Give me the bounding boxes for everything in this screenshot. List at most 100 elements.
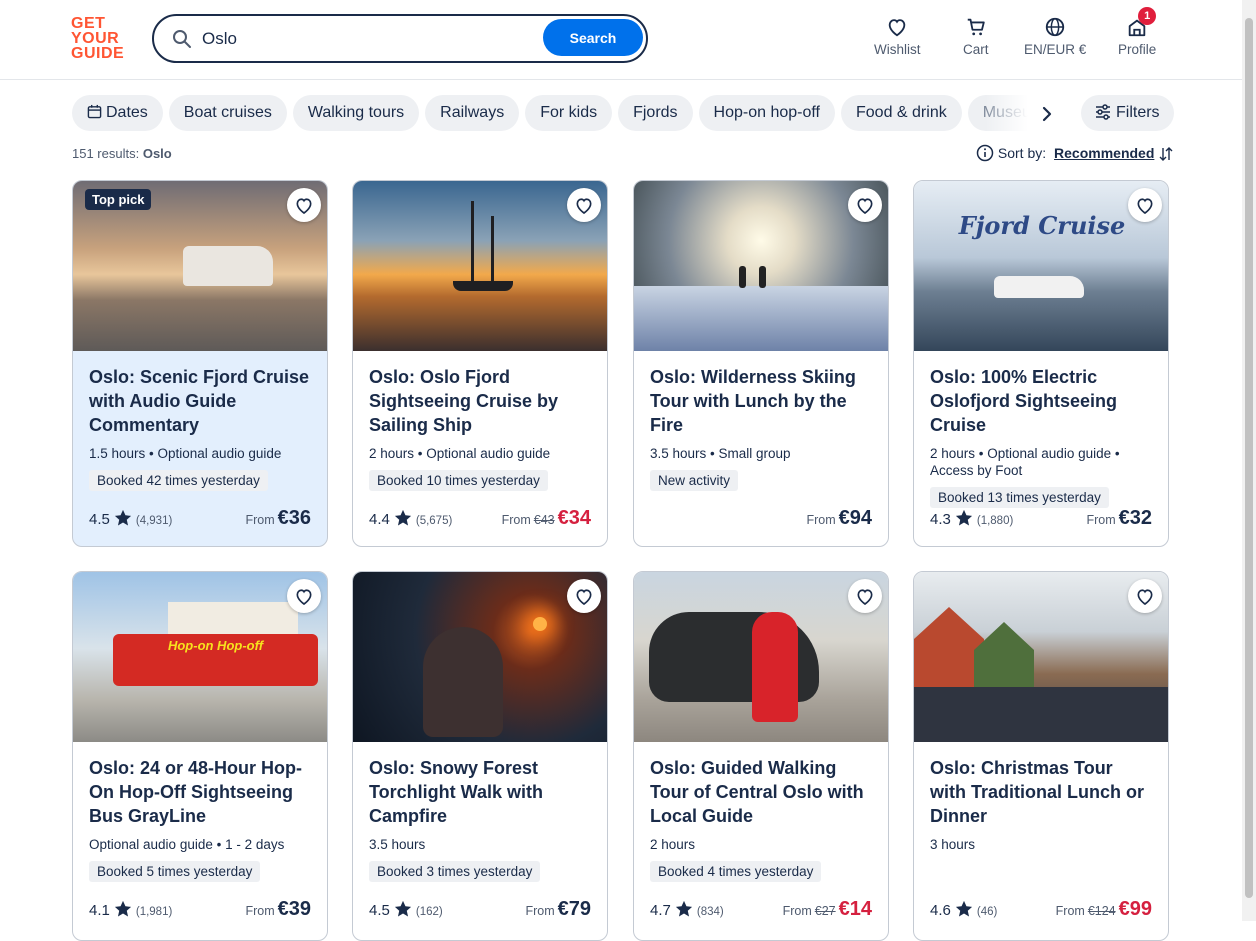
sort-control[interactable]: Sort by: Recommended	[976, 144, 1174, 162]
info-icon[interactable]	[976, 144, 994, 162]
activity-card[interactable]: Oslo: Guided Walking Tour of Central Osl…	[633, 571, 889, 941]
chip-dates[interactable]: Dates	[72, 95, 163, 131]
activity-image	[353, 181, 607, 351]
sliders-icon	[1096, 104, 1110, 120]
activity-title[interactable]: Oslo: Scenic Fjord Cruise with Audio Gui…	[89, 365, 311, 437]
activity-title[interactable]: Oslo: Wilderness Skiing Tour with Lunch …	[650, 365, 872, 437]
rating: 4.7 (834)	[650, 900, 724, 919]
price: From €94	[806, 507, 872, 530]
price-original: €124	[1087, 904, 1116, 918]
price: From €27 €14	[783, 898, 872, 921]
price-from-label: From	[1086, 513, 1116, 527]
getyourguide-logo[interactable]: GET YOUR GUIDE	[71, 16, 131, 64]
bus-lettering: Hop-on Hop-off	[167, 638, 264, 653]
nav-profile[interactable]: 1 Profile	[1118, 7, 1157, 57]
activity-card[interactable]: Hop-on Hop-off Oslo: 24 or 48-Hour Hop-O…	[72, 571, 328, 941]
nav-profile-label: Profile	[1118, 42, 1157, 57]
star-icon	[394, 900, 411, 917]
price-amount: €99	[1118, 898, 1152, 920]
heart-icon	[1137, 198, 1153, 214]
activity-title[interactable]: Oslo: 100% Electric Oslofjord Sightseein…	[930, 365, 1152, 437]
chip-hop-on-hop-off[interactable]: Hop-on hop-off	[698, 95, 835, 131]
activity-card[interactable]: Fjord Cruise Oslo: 100% Electric Oslofjo…	[913, 180, 1169, 547]
review-count: (46)	[976, 906, 998, 918]
activity-card[interactable]: Oslo: Wilderness Skiing Tour with Lunch …	[633, 180, 889, 547]
wishlist-toggle[interactable]	[848, 579, 882, 613]
chip-boat-cruises[interactable]: Boat cruises	[168, 95, 287, 131]
price: From €39	[245, 898, 311, 921]
activity-meta: 3.5 hours	[369, 837, 426, 852]
activity-card[interactable]: Oslo: Snowy Forest Torchlight Walk with …	[352, 571, 608, 941]
sort-value[interactable]: Recommended	[1054, 145, 1154, 161]
search-icon	[173, 30, 191, 48]
activity-title[interactable]: Oslo: Guided Walking Tour of Central Osl…	[650, 756, 872, 828]
activity-meta: 2 hours • Optional audio guide	[369, 446, 551, 461]
chip-dates-label: Dates	[106, 104, 148, 121]
bus-shape: Hop-on Hop-off	[113, 634, 318, 686]
results-count: 151 results:	[72, 146, 140, 161]
activity-title[interactable]: Oslo: Oslo Fjord Sightseeing Cruise by S…	[369, 365, 591, 437]
chip-fjords[interactable]: Fjords	[618, 95, 693, 131]
skier-shape	[739, 266, 746, 288]
price-amount: €79	[557, 898, 591, 920]
nav-cart[interactable]: Cart	[963, 16, 989, 57]
chip-food-drink[interactable]: Food & drink	[841, 95, 962, 131]
torch-flame	[533, 617, 547, 631]
activity-title[interactable]: Oslo: 24 or 48-Hour Hop-On Hop-Off Sight…	[89, 756, 311, 828]
market-stall-shape	[974, 622, 1034, 692]
nav-wishlist[interactable]: Wishlist	[874, 16, 921, 57]
price: From €124 €99	[1056, 898, 1152, 921]
wishlist-toggle[interactable]	[287, 579, 321, 613]
chevron-right-icon[interactable]	[1036, 103, 1058, 125]
boat-shape	[994, 276, 1084, 298]
price-amount: €34	[557, 507, 591, 529]
wishlist-toggle[interactable]	[1128, 579, 1162, 613]
heart-icon	[888, 19, 906, 37]
person-shape	[423, 627, 503, 737]
booking-tag: Booked 13 times yesterday	[930, 487, 1109, 508]
chip-railways[interactable]: Railways	[425, 95, 520, 131]
chip-for-kids[interactable]: For kids	[525, 95, 613, 131]
price: From €79	[525, 898, 591, 921]
rating: 4.5 (162)	[369, 900, 443, 919]
page-scrollbar[interactable]	[1242, 0, 1256, 921]
scrollbar-thumb[interactable]	[1245, 18, 1253, 898]
wishlist-toggle[interactable]	[848, 188, 882, 222]
nav-locale[interactable]: EN/EUR €	[1024, 16, 1086, 57]
rating-value: 4.5	[89, 511, 110, 528]
review-count: (4,931)	[135, 515, 173, 527]
rating-value: 4.5	[369, 902, 390, 919]
search-input[interactable]	[200, 25, 534, 53]
heart-icon	[576, 198, 592, 214]
rating-value: 4.3	[930, 511, 951, 528]
rating-value: 4.6	[930, 902, 951, 919]
booking-tag: Booked 3 times yesterday	[369, 861, 541, 882]
logo-line-2: YOUR	[71, 30, 120, 47]
price-from-label: From	[806, 513, 836, 527]
rating-value: 4.7	[650, 902, 671, 919]
activity-title[interactable]: Oslo: Snowy Forest Torchlight Walk with …	[369, 756, 591, 828]
filters-button[interactable]: Filters	[1081, 95, 1174, 131]
heart-icon	[857, 198, 873, 214]
star-icon	[955, 900, 972, 917]
activity-card[interactable]: Oslo: Oslo Fjord Sightseeing Cruise by S…	[352, 180, 608, 547]
booking-tag: Booked 10 times yesterday	[369, 470, 548, 491]
price-from-label: From	[1055, 904, 1085, 918]
rating: 4.5 (4,931)	[89, 509, 172, 528]
review-count: (1,880)	[976, 515, 1014, 527]
activity-card[interactable]: Oslo: Christmas Tour with Traditional Lu…	[913, 571, 1169, 941]
boat-shape	[183, 246, 273, 286]
activity-title[interactable]: Oslo: Christmas Tour with Traditional Lu…	[930, 756, 1152, 828]
price-from-label: From	[245, 513, 275, 527]
search-button[interactable]: Search	[543, 19, 643, 56]
activity-card[interactable]: Top pick Oslo: Scenic Fjord Cruise with …	[72, 180, 328, 547]
chip-walking-tours[interactable]: Walking tours	[292, 95, 420, 131]
results-summary: 151 results: Oslo	[72, 146, 172, 161]
activity-image	[914, 572, 1168, 742]
wishlist-toggle[interactable]	[287, 188, 321, 222]
wishlist-toggle[interactable]	[1128, 188, 1162, 222]
wishlist-toggle[interactable]	[567, 579, 601, 613]
rating: 4.6 (46)	[930, 900, 997, 919]
results-query: Oslo	[142, 146, 172, 161]
wishlist-toggle[interactable]	[567, 188, 601, 222]
